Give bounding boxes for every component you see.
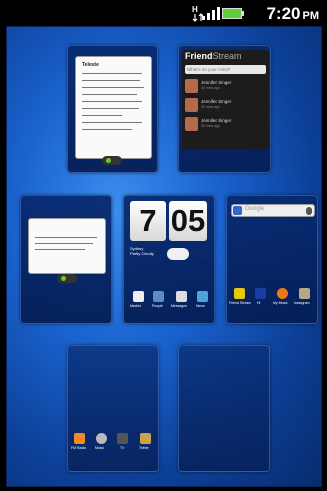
status-update-input[interactable]: What's on your mind? <box>185 65 266 74</box>
tether-icon[interactable] <box>140 433 151 444</box>
weather-info: Sydney Partly Cloudy <box>130 246 154 256</box>
battery-icon <box>222 8 244 19</box>
friend-entry: Jennifer Singer 33 mins ago <box>185 116 266 133</box>
notes-widget-2 <box>28 218 106 274</box>
friend-entry: Jennifer Singer 33 mins ago <box>185 97 266 114</box>
avatar <box>185 117 198 131</box>
people-icon[interactable] <box>153 291 164 302</box>
home-panel-apps[interactable]: FM Radio Music TV Tether <box>67 345 159 472</box>
music-app-icon[interactable] <box>277 288 288 299</box>
notes-toggle-icon <box>102 156 122 165</box>
clock-time: 7:20 PM <box>266 4 319 24</box>
music-icon[interactable] <box>96 433 107 444</box>
news-icon[interactable] <box>197 291 208 302</box>
hi-app-icon[interactable] <box>255 288 266 299</box>
home-panel-notes[interactable]: Teleste <box>67 45 158 173</box>
cloud-icon <box>167 248 189 260</box>
friend-stream-title: FriendStream <box>185 51 242 61</box>
avatar <box>185 79 198 93</box>
instagram-icon[interactable] <box>299 288 310 299</box>
tv-icon[interactable] <box>117 433 128 444</box>
search-icon <box>233 206 242 215</box>
status-bar: H 7:20 PM <box>0 0 327 26</box>
time-value: 7:20 <box>266 4 301 23</box>
home-panel-search[interactable]: Google Friend Stream Hi My Music Instagr… <box>226 195 318 324</box>
notes-widget: Teleste <box>75 56 152 159</box>
search-input[interactable]: Google <box>231 204 315 217</box>
avatar <box>185 98 198 112</box>
friend-entry: Jennifer Singer 33 mins ago <box>185 78 266 95</box>
home-panel-clock[interactable]: 7 05 Sydney Partly Cloudy Market People … <box>123 195 215 324</box>
clock-minute: 05 <box>169 201 207 241</box>
friend-stream-widget: FriendStream What's on your mind? Jennif… <box>182 50 269 150</box>
time-ampm: PM <box>302 10 320 22</box>
leap-view-screen: Teleste FriendStream What's on your mind… <box>6 26 322 487</box>
clock-hour: 7 <box>130 201 166 241</box>
fm-radio-icon[interactable] <box>74 433 85 444</box>
microphone-icon[interactable] <box>306 207 312 215</box>
svg-text:H: H <box>192 5 198 14</box>
home-panel-empty[interactable] <box>178 345 270 472</box>
notes-title: Teleste <box>82 62 99 68</box>
messages-icon[interactable] <box>176 291 187 302</box>
signal-icon <box>202 7 220 20</box>
notes-toggle-icon-2 <box>57 274 77 283</box>
market-icon[interactable] <box>133 291 144 302</box>
friend-stream-app-icon[interactable] <box>234 288 245 299</box>
home-panel-friend-stream[interactable]: FriendStream What's on your mind? Jennif… <box>178 45 271 173</box>
home-panel-notes-2[interactable] <box>20 195 112 324</box>
